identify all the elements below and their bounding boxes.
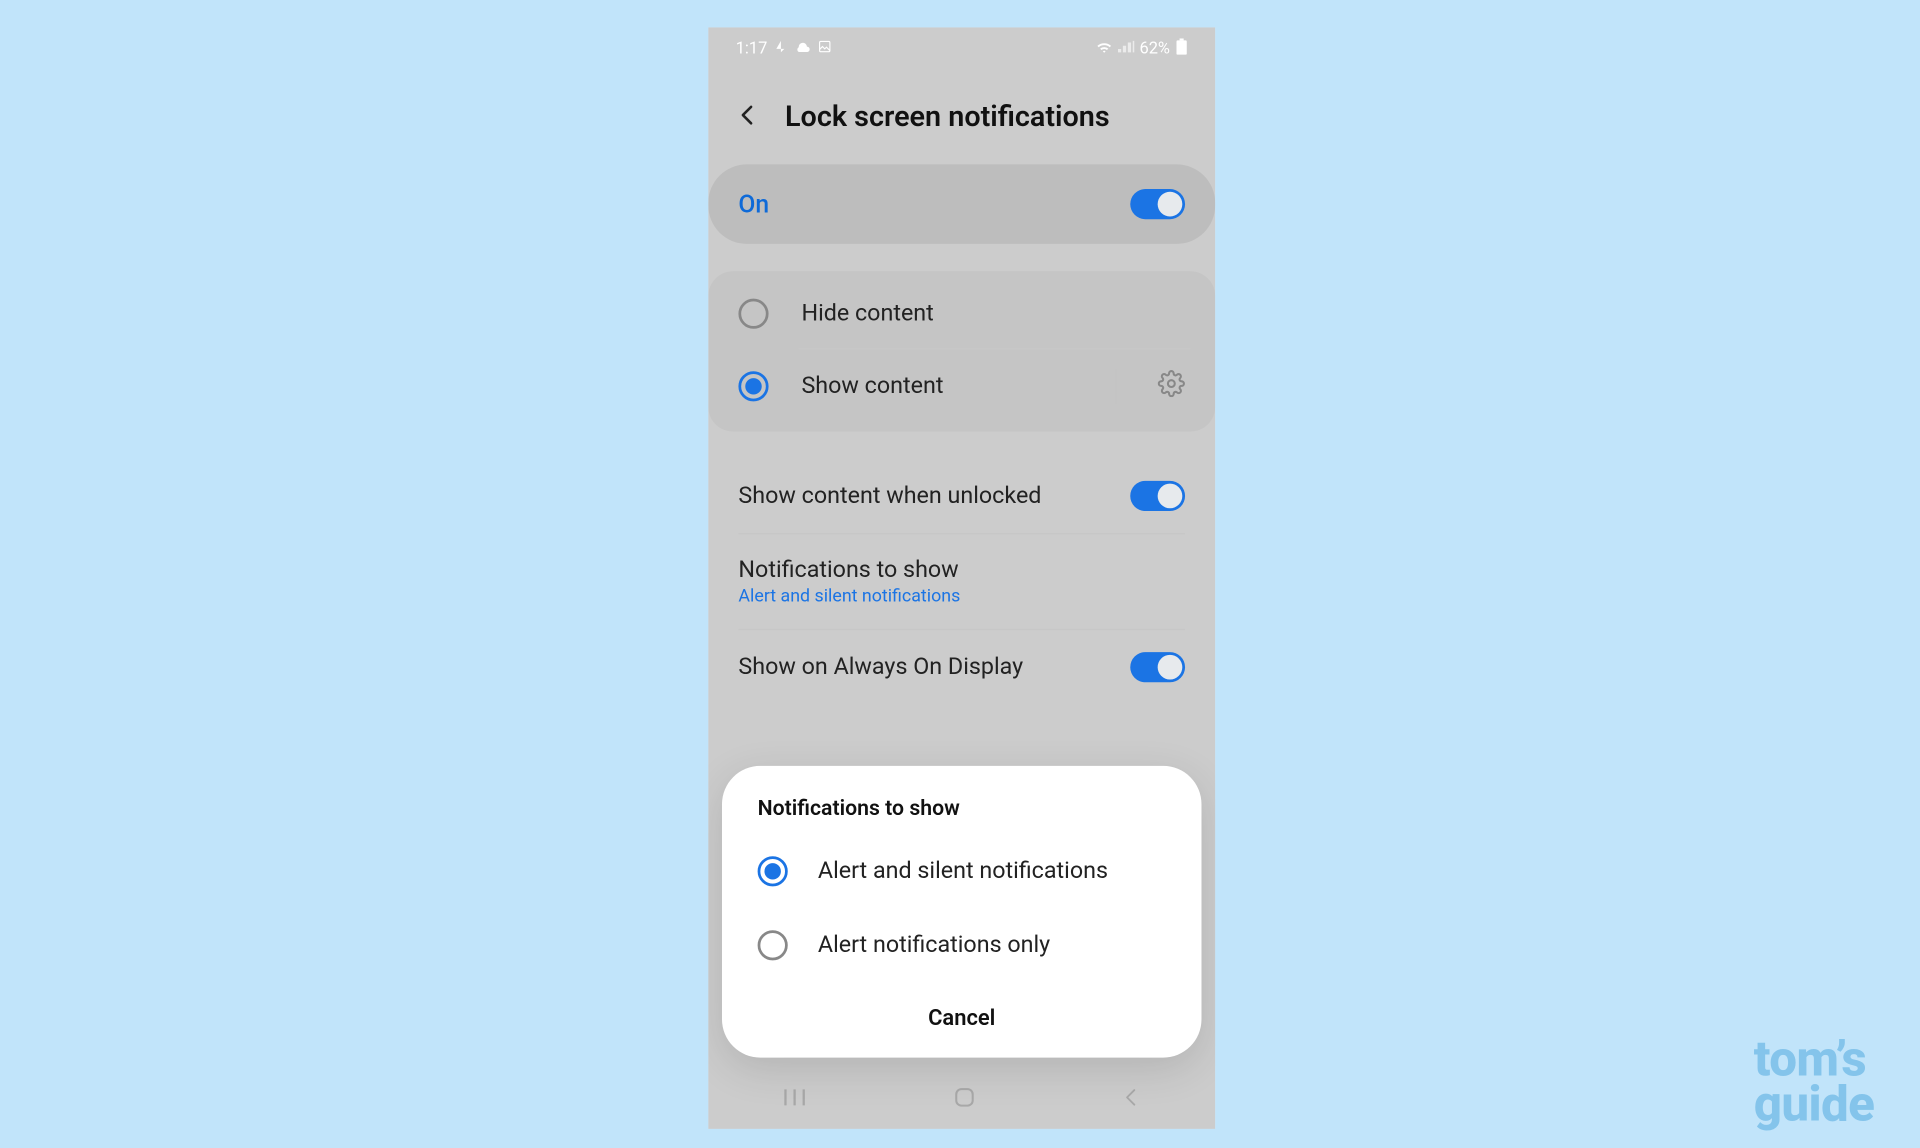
cancel-button[interactable]: Cancel [722,982,1202,1044]
master-toggle-label: On [738,190,769,219]
modal-option-label: Alert notifications only [818,932,1050,959]
status-right: 62% [1096,38,1188,59]
radio-hide-content[interactable]: Hide content [708,279,1215,348]
image-icon [818,38,832,57]
notifications-modal: Notifications to show Alert and silent n… [722,766,1202,1058]
radio-icon [738,371,768,401]
settings-list: Show content when unlocked Notifications… [708,459,1215,704]
toggle-switch[interactable] [1130,652,1185,682]
row-always-on-display[interactable]: Show on Always On Display [708,630,1215,704]
back-icon[interactable] [736,103,761,133]
status-time: 1:17 [736,38,768,57]
mute-icon [774,38,788,57]
watermark-logo: tom’s guide [1754,1037,1874,1126]
radio-icon [758,930,788,960]
radio-show-content[interactable]: Show content [708,349,1215,423]
modal-option-label: Alert and silent notifications [818,858,1108,885]
gear-icon[interactable] [1158,370,1185,403]
signal-icon [1118,38,1134,57]
status-bar: 1:17 62% [708,27,1215,68]
radio-label: Show content [801,373,1074,400]
row-title: Show content when unlocked [738,482,1041,509]
separator [1115,369,1116,405]
nav-home-icon[interactable] [952,1085,977,1115]
radio-label: Hide content [801,300,1185,327]
watermark-line2: guide [1754,1082,1874,1126]
battery-pct: 62% [1139,38,1170,57]
nav-recents-icon[interactable] [780,1086,807,1113]
status-left: 1:17 [736,38,832,57]
modal-title: Notifications to show [722,796,1202,834]
nav-back-icon[interactable] [1121,1086,1143,1113]
wifi-icon [1096,38,1112,57]
modal-option-alert-only[interactable]: Alert notifications only [722,908,1202,982]
radio-icon [758,856,788,886]
modal-option-alert-silent[interactable]: Alert and silent notifications [722,834,1202,908]
radio-icon [738,299,768,329]
android-nav-bar [708,1071,1215,1129]
page-header: Lock screen notifications [708,69,1215,165]
row-notifications-to-show[interactable]: Notifications to show Alert and silent n… [708,534,1215,629]
content-visibility-group: Hide content Show content [708,271,1215,431]
battery-icon [1175,38,1187,59]
row-subtitle: Alert and silent notifications [738,586,960,607]
cloud-icon [795,38,811,57]
toggle-switch[interactable] [1130,481,1185,511]
master-toggle-switch[interactable] [1130,189,1185,219]
row-title: Notifications to show [738,556,960,583]
phone-frame: 1:17 62% L [708,27,1215,1128]
master-toggle-row[interactable]: On [708,164,1215,243]
row-title: Show on Always On Display [738,653,1023,680]
row-show-when-unlocked[interactable]: Show content when unlocked [708,459,1215,533]
page-title: Lock screen notifications [785,101,1110,134]
